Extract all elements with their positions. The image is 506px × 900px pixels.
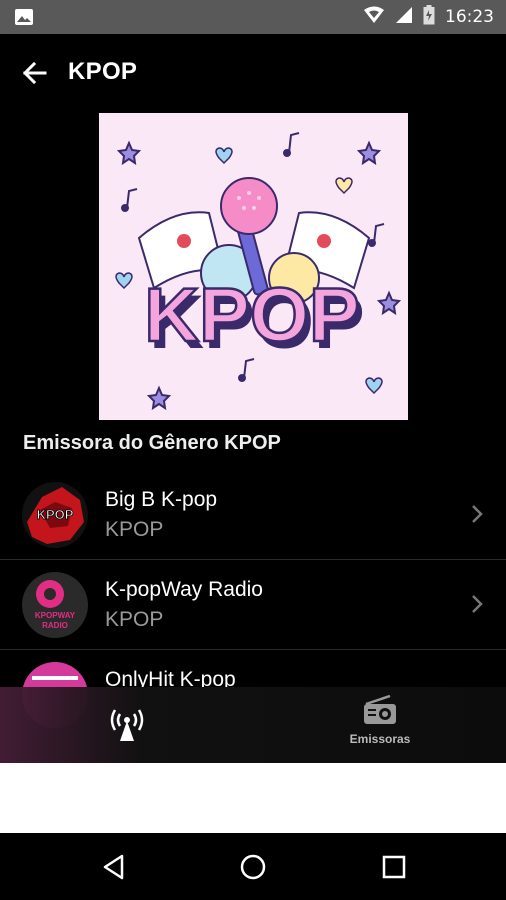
status-bar: 16:23: [0, 0, 506, 34]
status-time: 16:23: [445, 7, 494, 27]
page-title: KPOP: [68, 58, 138, 85]
station-genre: KPOP: [105, 608, 164, 631]
station-logo: KPOP: [22, 482, 88, 548]
bottom-navigation: Emissoras: [0, 687, 506, 763]
broadcast-tower-icon[interactable]: [108, 705, 146, 743]
section-title: Emissora do Gênero KPOP: [23, 432, 281, 454]
recents-square-icon[interactable]: [381, 854, 407, 880]
radio-icon: [364, 694, 396, 724]
battery-icon: [423, 4, 435, 30]
app-bar: KPOP: [0, 34, 506, 114]
chevron-right-icon: [470, 593, 484, 615]
nav-stations[interactable]: Emissoras: [345, 694, 415, 746]
station-logo: KPOPWAY RADIO: [22, 572, 88, 638]
station-logo-text-2: RADIO: [42, 621, 68, 630]
cover-text: KPOP: [144, 273, 359, 358]
blank-area: [0, 763, 506, 833]
genre-cover-image: KPOP KPOP: [99, 113, 408, 420]
station-row[interactable]: KPOP Big B K-pop KPOP: [0, 470, 506, 560]
back-arrow-icon[interactable]: [18, 56, 52, 90]
station-name: K-popWay Radio: [105, 578, 263, 601]
home-circle-icon[interactable]: [239, 853, 267, 881]
station-genre: KPOP: [105, 518, 164, 541]
wifi-icon: [363, 6, 385, 29]
cell-signal-icon: [395, 6, 413, 29]
station-row[interactable]: KPOPWAY RADIO K-popWay Radio KPOP: [0, 560, 506, 650]
station-name: Big B K-pop: [105, 488, 218, 511]
image-notification-icon: [14, 7, 34, 32]
station-logo-text: KPOP: [37, 507, 74, 522]
station-logo-text: KPOPWAY: [35, 611, 76, 620]
system-navigation-bar: [0, 833, 506, 900]
chevron-right-icon: [470, 503, 484, 525]
back-triangle-icon[interactable]: [100, 853, 128, 881]
nav-stations-label: Emissoras: [349, 732, 411, 746]
